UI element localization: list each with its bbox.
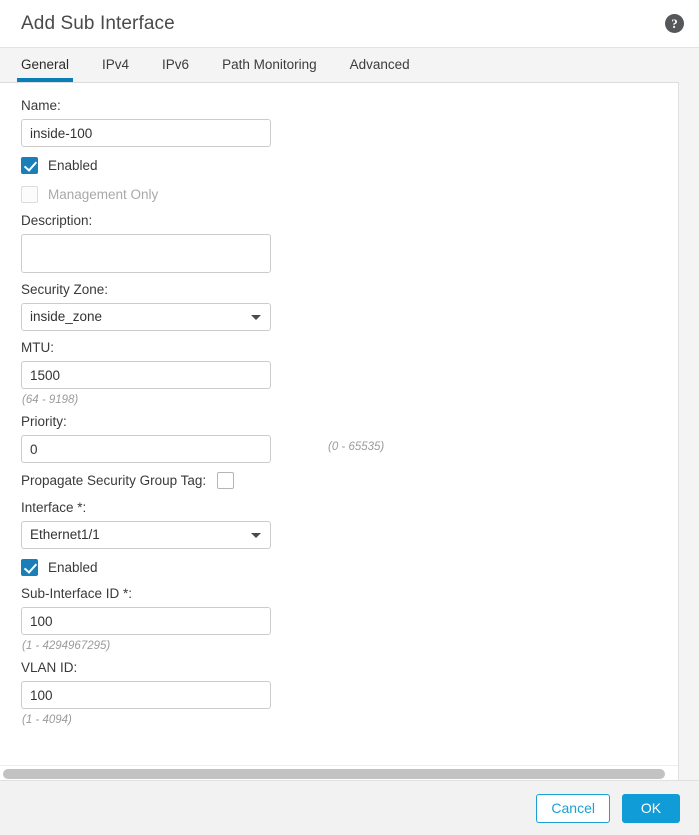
enabled-checkbox-row[interactable]: Enabled (21, 154, 678, 176)
propagate-sgt-label: Propagate Security Group Tag: (21, 473, 206, 488)
tab-advanced[interactable]: Advanced (350, 57, 410, 82)
management-only-checkbox (21, 186, 38, 203)
tab-ipv6[interactable]: IPv6 (162, 57, 189, 82)
spacer (21, 331, 678, 339)
priority-label: Priority: (21, 413, 678, 430)
priority-range-hint: (0 - 65535) (328, 441, 384, 453)
tab-bar: General IPv4 IPv6 Path Monitoring Advanc… (0, 48, 679, 83)
name-input[interactable] (21, 119, 271, 147)
horizontal-scrollbar-thumb[interactable] (3, 769, 665, 779)
propagate-sgt-row[interactable]: Propagate Security Group Tag: (21, 469, 678, 491)
propagate-sgt-checkbox[interactable] (217, 472, 234, 489)
priority-row: (0 - 65535) (21, 435, 678, 463)
dialog-titlebar: Add Sub Interface ? (0, 0, 699, 48)
interface-value[interactable]: Ethernet1/1 (21, 521, 271, 549)
page-title: Add Sub Interface (21, 13, 175, 35)
name-label: Name: (21, 97, 678, 114)
mtu-label: MTU: (21, 339, 678, 356)
dialog-footer: Cancel OK (0, 780, 699, 835)
tab-path-monitoring[interactable]: Path Monitoring (222, 57, 317, 82)
security-zone-label: Security Zone: (21, 281, 678, 298)
interface-enabled-checkbox-row[interactable]: Enabled (21, 556, 678, 578)
security-zone-select[interactable]: inside_zone (21, 303, 271, 331)
mtu-input[interactable] (21, 361, 271, 389)
description-input[interactable] (21, 234, 271, 273)
cancel-button[interactable]: Cancel (536, 794, 610, 823)
priority-input[interactable] (21, 435, 271, 463)
ok-button[interactable]: OK (622, 794, 680, 823)
mtu-range-hint: (64 - 9198) (22, 393, 678, 407)
sub-interface-id-label: Sub-Interface ID *: (21, 585, 678, 602)
security-zone-value[interactable]: inside_zone (21, 303, 271, 331)
sub-interface-id-range-hint: (1 - 4294967295) (22, 639, 678, 653)
management-only-checkbox-label: Management Only (48, 187, 158, 202)
interface-enabled-checkbox[interactable] (21, 559, 38, 576)
vlan-id-label: VLAN ID: (21, 659, 678, 676)
tab-general[interactable]: General (21, 57, 69, 82)
add-sub-interface-dialog: Add Sub Interface ? General IPv4 IPv6 Pa… (0, 0, 699, 835)
dialog-body: Name: Enabled Management Only Descriptio… (0, 83, 679, 780)
tab-ipv4[interactable]: IPv4 (102, 57, 129, 82)
interface-select[interactable]: Ethernet1/1 (21, 521, 271, 549)
vlan-id-range-hint: (1 - 4094) (22, 713, 678, 727)
vlan-id-input[interactable] (21, 681, 271, 709)
general-form: Name: Enabled Management Only Descriptio… (0, 83, 678, 727)
enabled-checkbox-label: Enabled (48, 158, 98, 173)
description-label: Description: (21, 212, 678, 229)
right-gutter (679, 48, 699, 780)
management-only-checkbox-row: Management Only (21, 183, 678, 205)
spacer (21, 273, 678, 281)
horizontal-scrollbar[interactable] (0, 765, 679, 780)
help-circle-icon[interactable]: ? (665, 14, 684, 33)
interface-enabled-checkbox-label: Enabled (48, 560, 98, 575)
interface-label: Interface *: (21, 499, 678, 516)
enabled-checkbox[interactable] (21, 157, 38, 174)
sub-interface-id-input[interactable] (21, 607, 271, 635)
